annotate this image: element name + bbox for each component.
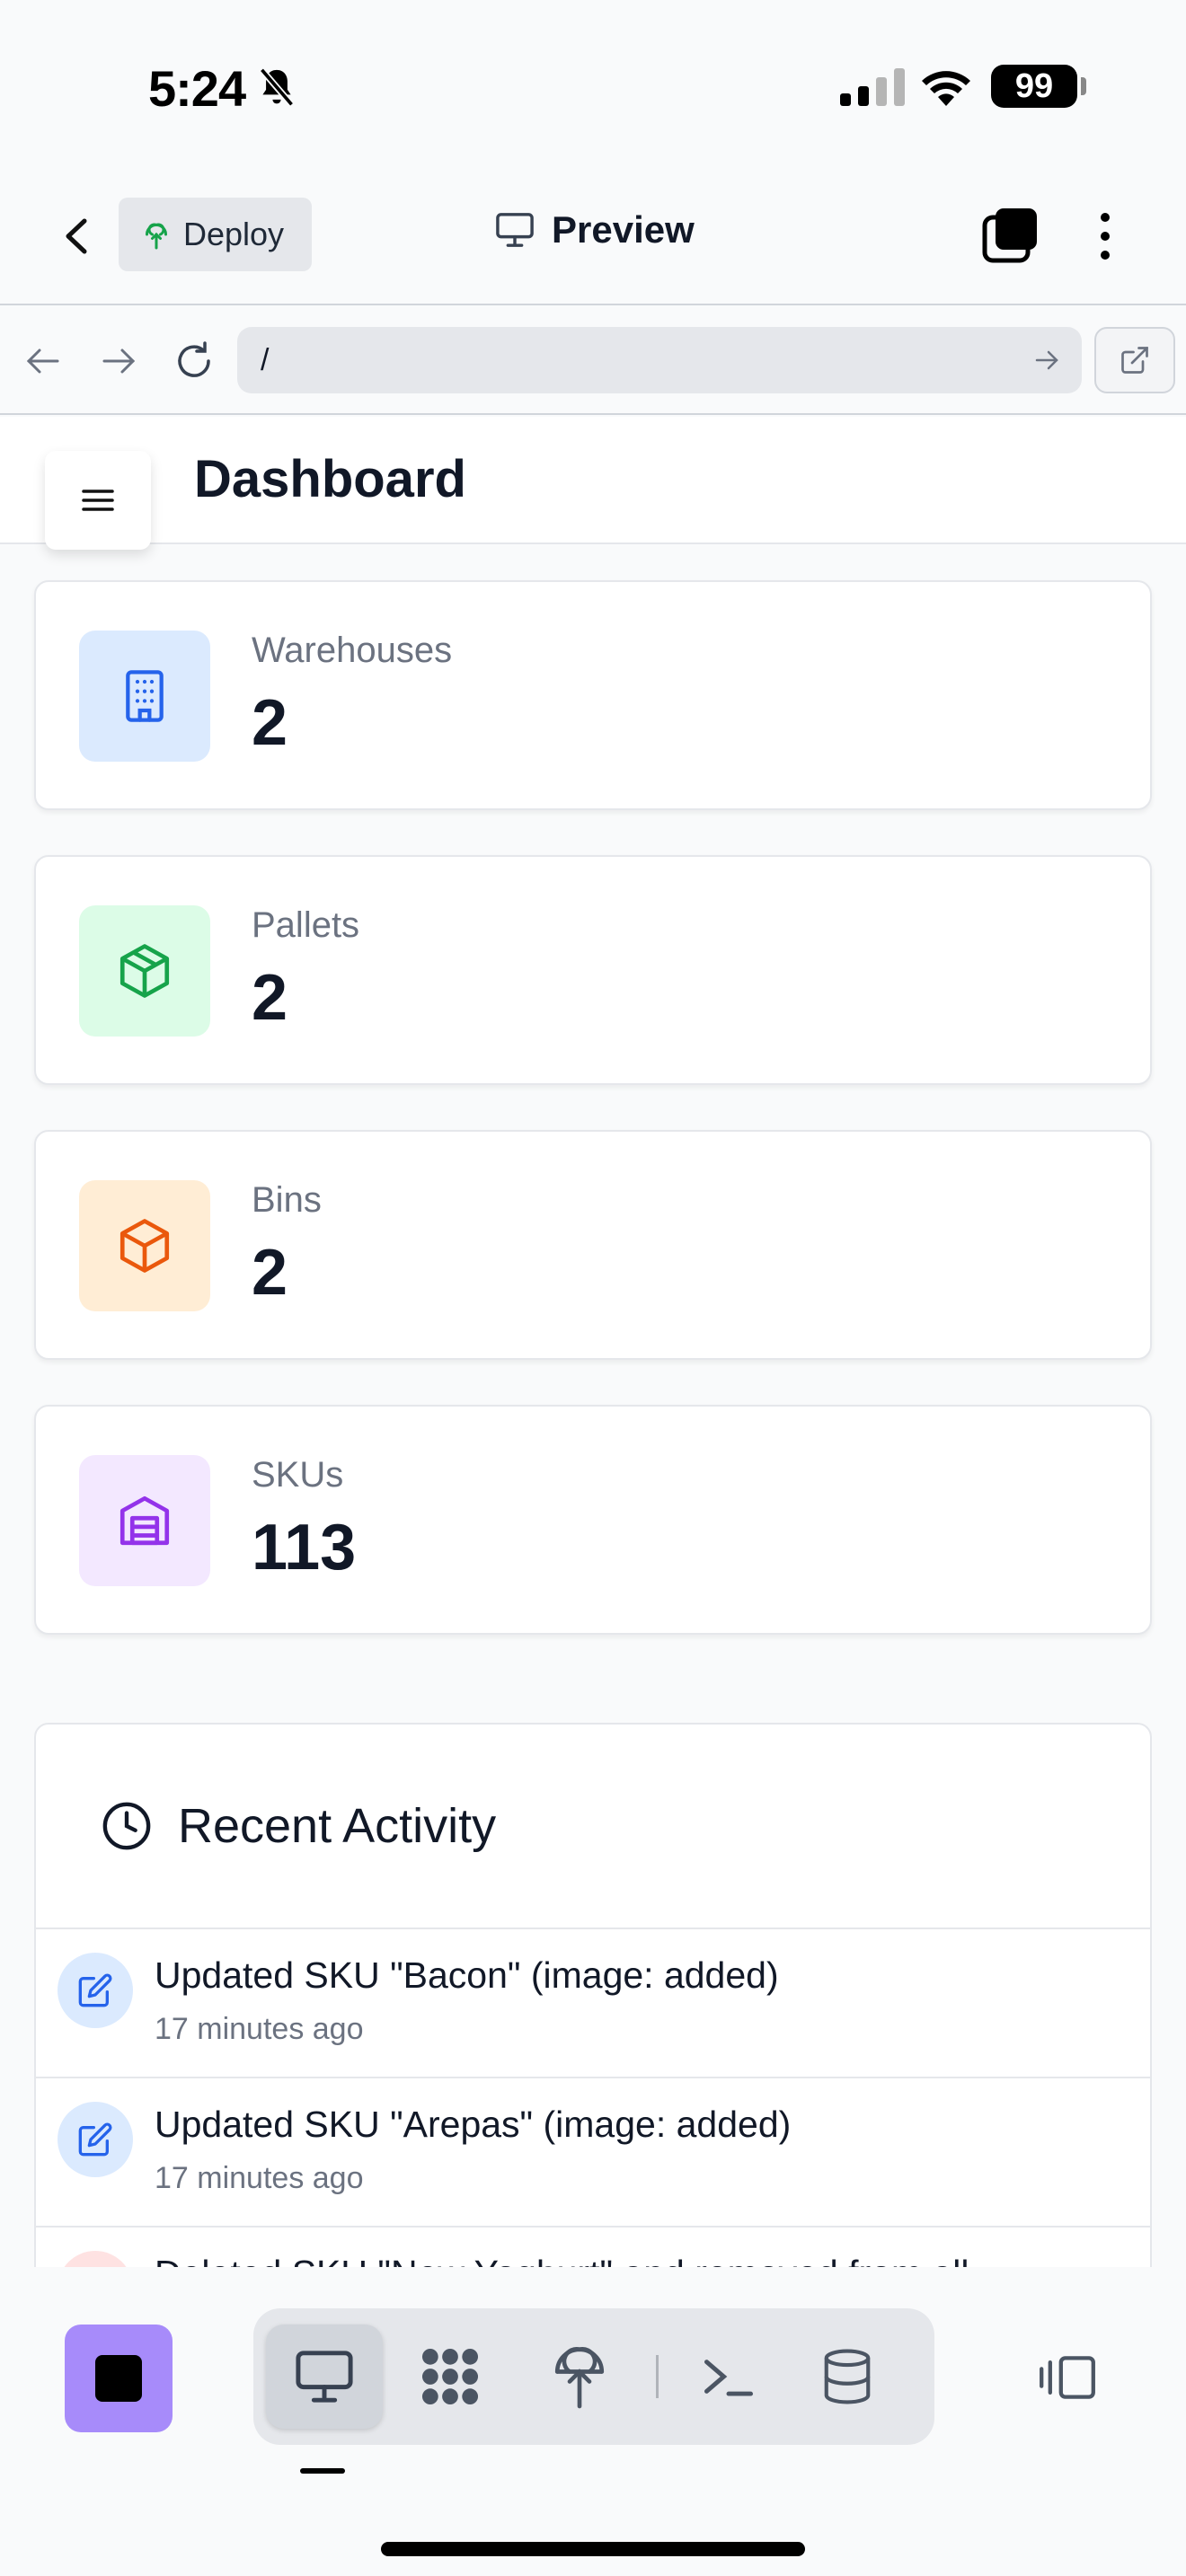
stat-label: Warehouses — [252, 631, 453, 670]
clock-icon — [102, 1802, 151, 1850]
box-icon — [119, 1219, 170, 1273]
webview: Dashboard Warehouses 2 Pallets 2 Bins 2 … — [0, 417, 1186, 2267]
stat-value: 2 — [252, 1237, 288, 1309]
stat-icon-bg — [79, 1180, 210, 1311]
tool-switcher — [253, 2308, 934, 2445]
activity-text: Updated SKU "Bacon" (image: added) — [155, 1954, 779, 1996]
monitor-icon — [496, 213, 534, 247]
page-header: Dashboard — [0, 417, 1186, 544]
url-go-arrow-icon[interactable] — [1031, 345, 1062, 375]
active-tab-indicator — [300, 2468, 345, 2474]
stat-card-skus[interactable]: SKUs 113 — [34, 1405, 1152, 1635]
preview-label: Preview — [552, 208, 695, 251]
wifi-icon — [922, 71, 970, 106]
toolbar-divider — [656, 2355, 659, 2398]
stop-button[interactable] — [65, 2325, 173, 2432]
app-header: Deploy Preview — [0, 171, 1186, 305]
activity-time: 17 minutes ago — [155, 2012, 364, 2046]
reload-icon[interactable] — [169, 336, 219, 386]
more-options-icon[interactable] — [1087, 205, 1123, 268]
back-chevron-icon[interactable] — [54, 205, 99, 268]
tool-deploy[interactable] — [521, 2325, 638, 2429]
activity-row[interactable]: Updated SKU "Bacon" (image: added) 17 mi… — [36, 1929, 1150, 2078]
building-icon — [126, 670, 164, 722]
open-external-button[interactable] — [1094, 327, 1175, 393]
recent-activity-title: Recent Activity — [178, 1799, 497, 1853]
stat-icon-bg — [79, 1455, 210, 1586]
stat-value: 2 — [252, 687, 288, 759]
browser-url-bar — [0, 307, 1186, 415]
bottom-toolbar — [0, 2267, 1186, 2576]
activity-row[interactable]: Deleted SKU "New Yoghurt" and removed fr… — [36, 2228, 1150, 2267]
status-bar: 5:24 99 — [0, 0, 1186, 171]
deploy-icon — [146, 223, 167, 250]
stat-icon-bg — [79, 631, 210, 762]
edit-icon — [78, 1973, 112, 2007]
home-indicator — [381, 2542, 805, 2556]
preview-tab[interactable]: Preview — [494, 208, 695, 251]
nav-forward-arrow-icon[interactable] — [93, 336, 144, 386]
status-time: 5:24 — [148, 60, 246, 117]
monitor-icon — [296, 2351, 353, 2403]
deploy-icon — [554, 2347, 605, 2409]
activity-icon-bg — [58, 2251, 133, 2267]
terminal-icon — [704, 2360, 753, 2396]
external-link-icon — [1121, 347, 1148, 374]
tool-apps[interactable] — [392, 2325, 509, 2429]
url-input[interactable] — [237, 327, 1082, 393]
tabs-icon[interactable] — [979, 205, 1042, 268]
hamburger-menu-button[interactable] — [45, 451, 151, 550]
stat-card-bins[interactable]: Bins 2 — [34, 1130, 1152, 1360]
activity-icon-bg — [58, 1953, 133, 2028]
nav-back-arrow-icon[interactable] — [18, 336, 68, 386]
stat-value: 2 — [252, 962, 288, 1034]
deploy-button[interactable]: Deploy — [119, 198, 312, 271]
edit-icon — [78, 2122, 112, 2157]
stat-card-pallets[interactable]: Pallets 2 — [34, 855, 1152, 1085]
tool-shell[interactable] — [670, 2325, 787, 2429]
deploy-label: Deploy — [183, 216, 285, 252]
stop-icon — [95, 2355, 142, 2402]
battery-indicator: 99 — [991, 65, 1077, 108]
panel-toggle-button[interactable] — [1031, 2328, 1103, 2427]
battery-tip — [1081, 77, 1086, 95]
tool-database[interactable] — [789, 2325, 906, 2429]
stat-card-warehouses[interactable]: Warehouses 2 — [34, 580, 1152, 810]
sidebar-panel-icon — [1040, 2356, 1095, 2399]
recent-activity-header: Recent Activity — [36, 1725, 1150, 1929]
activity-row[interactable]: Updated SKU "Arepas" (image: added) 17 m… — [36, 2078, 1150, 2228]
hamburger-icon — [82, 490, 114, 511]
stat-label: Pallets — [252, 905, 360, 945]
activity-time: 17 minutes ago — [155, 2161, 364, 2195]
activity-icon-bg — [58, 2102, 133, 2177]
tool-preview[interactable] — [266, 2325, 383, 2429]
database-icon — [824, 2349, 871, 2404]
stat-icon-bg — [79, 905, 210, 1037]
stat-label: SKUs — [252, 1455, 344, 1495]
cell-signal-icon — [840, 68, 905, 106]
page-title: Dashboard — [194, 450, 466, 508]
stat-label: Bins — [252, 1180, 322, 1220]
apps-grid-icon — [421, 2348, 479, 2405]
stat-value: 113 — [252, 1512, 357, 1584]
warehouse-icon — [119, 1495, 170, 1546]
recent-activity-card: Recent Activity Updated SKU "Bacon" (ima… — [34, 1723, 1152, 2267]
bell-muted-icon — [259, 67, 295, 107]
package-icon — [119, 944, 170, 998]
activity-text: Deleted SKU "New Yoghurt" and removed fr… — [155, 2253, 969, 2267]
activity-text: Updated SKU "Arepas" (image: added) — [155, 2104, 792, 2145]
